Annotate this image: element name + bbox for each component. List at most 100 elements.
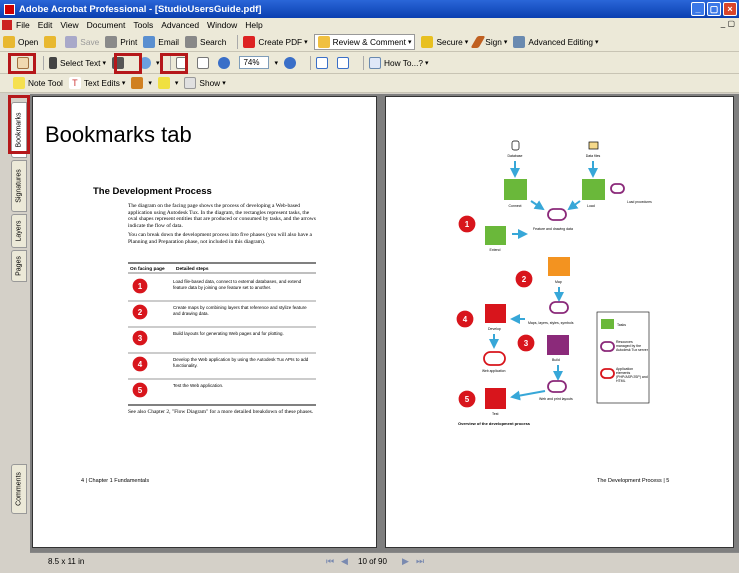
- hand-tool-highlight: [8, 53, 36, 74]
- search-button[interactable]: Search: [185, 35, 226, 48]
- tab-layers-label: Layers: [15, 220, 23, 242]
- connect-label: Connect: [508, 204, 521, 208]
- floppy-icon: [65, 35, 78, 48]
- chevron-down-icon[interactable]: ▾: [408, 38, 412, 46]
- organizer-button[interactable]: [44, 35, 59, 48]
- menu-edit[interactable]: Edit: [38, 20, 53, 30]
- load-task: [582, 179, 605, 200]
- chevron-down-icon[interactable]: ▾: [102, 59, 106, 67]
- last-page-icon[interactable]: ⏭: [416, 556, 424, 567]
- chevron-down-icon[interactable]: ▾: [274, 59, 278, 67]
- chevron-down-icon[interactable]: ▾: [148, 79, 152, 87]
- review-comment-button[interactable]: Review & Comment ▾: [313, 33, 416, 50]
- right-page-footer: The Development Process | 5: [597, 478, 669, 484]
- restore-button[interactable]: ▢: [707, 2, 721, 16]
- load-procedures-oval: [610, 183, 625, 194]
- save-button[interactable]: Save: [65, 35, 100, 48]
- minimize-button[interactable]: _: [691, 2, 705, 16]
- legend-app-elements-label: Application elements (PHP/ASP/JSP) and H…: [616, 367, 648, 383]
- database-icon: [511, 140, 520, 151]
- database-label: Database: [508, 154, 523, 158]
- next-page-icon[interactable]: ▶: [402, 556, 409, 567]
- close-button[interactable]: ×: [723, 2, 737, 16]
- left-page-footer: 4 | Chapter 1 Fundamentals: [81, 478, 149, 484]
- fit-page-button[interactable]: [197, 56, 212, 69]
- print-button[interactable]: Print: [105, 35, 137, 48]
- step-description-wrapper: Build layouts for generating Web pages a…: [173, 331, 284, 336]
- step-badge-1-number: 1: [465, 220, 470, 229]
- secure-button[interactable]: Secure ▾: [421, 35, 469, 48]
- zoom-in-icon: [283, 56, 296, 69]
- menu-tools[interactable]: Tools: [133, 20, 153, 30]
- zoom-out-button[interactable]: [218, 56, 233, 69]
- step-description: Test the Web application.: [173, 383, 224, 388]
- step-number: 5: [138, 386, 143, 395]
- advanced-editing-button[interactable]: Advanced Editing ▾: [513, 35, 599, 48]
- menu-view[interactable]: View: [60, 20, 78, 30]
- toolbar-separator: [237, 34, 239, 49]
- first-page-icon[interactable]: ⏮: [326, 556, 334, 567]
- rotate-cw-button[interactable]: [336, 56, 352, 69]
- chevron-down-icon[interactable]: ▾: [156, 59, 160, 67]
- chevron-down-icon[interactable]: ▾: [465, 38, 469, 46]
- create-pdf-icon: [243, 35, 256, 48]
- chevron-down-icon[interactable]: ▾: [122, 79, 126, 87]
- stamp-icon: [131, 77, 144, 89]
- tab-comments[interactable]: Comments: [11, 464, 27, 514]
- menu-advanced[interactable]: Advanced: [161, 20, 199, 30]
- zoom-in-tool-button[interactable]: ▾: [138, 56, 160, 69]
- chevron-down-icon[interactable]: ▾: [304, 38, 308, 46]
- how-to-button[interactable]: How To...? ▾: [368, 56, 429, 69]
- review-icon: [317, 35, 330, 48]
- review-label: Review & Comment: [332, 36, 406, 47]
- zoom-level-field[interactable]: 74%: [239, 56, 270, 69]
- show-icon: [184, 77, 197, 89]
- page-number-field[interactable]: 10 of 90: [358, 557, 387, 566]
- chevron-down-icon[interactable]: ▾: [175, 79, 179, 87]
- connect-task: [504, 179, 527, 200]
- highlight-button[interactable]: ▾: [157, 77, 179, 89]
- email-button[interactable]: Email: [143, 35, 180, 48]
- text-edits-button[interactable]: T Text Edits ▾: [68, 77, 126, 89]
- diagram-caption: Overview of the development process: [458, 421, 531, 426]
- rotate-ccw-button[interactable]: [315, 56, 331, 69]
- step-number: 2: [138, 308, 143, 317]
- zoom-out-icon: [218, 56, 231, 69]
- tab-layers[interactable]: Layers: [11, 214, 27, 248]
- status-bar: 8.5 x 11 in ⏮ ◀ 10 of 90 ▶ ⏭: [30, 552, 739, 573]
- show-button[interactable]: Show ▾: [184, 77, 226, 89]
- see-also-text: See also Chapter 2, "Flow Diagram" for a…: [128, 409, 314, 415]
- navigation-pane-tabs: Bookmarks Signatures Layers Pages Commen…: [8, 94, 30, 552]
- toolbar-separator: [43, 55, 44, 70]
- legend-resources-label: Resources managed by the Autodesk Tux se…: [616, 340, 648, 352]
- map-label: Map: [555, 280, 562, 284]
- sign-button[interactable]: Sign ▾: [470, 35, 508, 48]
- chevron-down-icon[interactable]: ▾: [222, 79, 226, 87]
- document-pane[interactable]: Bookmarks tab The Development Process Th…: [30, 94, 739, 552]
- open-button[interactable]: Open: [3, 35, 38, 48]
- create-pdf-button[interactable]: Create PDF ▾: [243, 35, 308, 48]
- note-icon: [13, 77, 25, 89]
- test-task: [485, 388, 506, 409]
- previous-page-icon[interactable]: ◀: [341, 556, 348, 567]
- menu-document[interactable]: Document: [87, 20, 126, 30]
- step-badge-4-number: 4: [463, 315, 468, 324]
- document-window-controls[interactable]: _ ▢: [721, 19, 735, 28]
- chevron-down-icon[interactable]: ▾: [425, 59, 429, 67]
- develop-task: [485, 304, 506, 323]
- printer-icon: [105, 35, 118, 48]
- note-tool-button[interactable]: Note Tool: [13, 77, 63, 89]
- select-text-button[interactable]: Select Text ▾: [49, 56, 106, 69]
- menu-file[interactable]: File: [16, 20, 30, 30]
- tab-pages[interactable]: Pages: [11, 250, 27, 282]
- chevron-down-icon[interactable]: ▾: [595, 38, 599, 46]
- stamp-button[interactable]: ▾: [131, 77, 152, 89]
- email-label: Email: [158, 36, 180, 47]
- intro-text-block: The diagram on the facing page shows the…: [128, 203, 316, 245]
- tab-signatures[interactable]: Signatures: [11, 160, 27, 212]
- zoom-in-button[interactable]: [283, 56, 299, 69]
- menu-window[interactable]: Window: [207, 20, 237, 30]
- chevron-down-icon[interactable]: ▾: [504, 38, 508, 46]
- menu-help[interactable]: Help: [245, 20, 262, 30]
- save-label: Save: [80, 36, 100, 47]
